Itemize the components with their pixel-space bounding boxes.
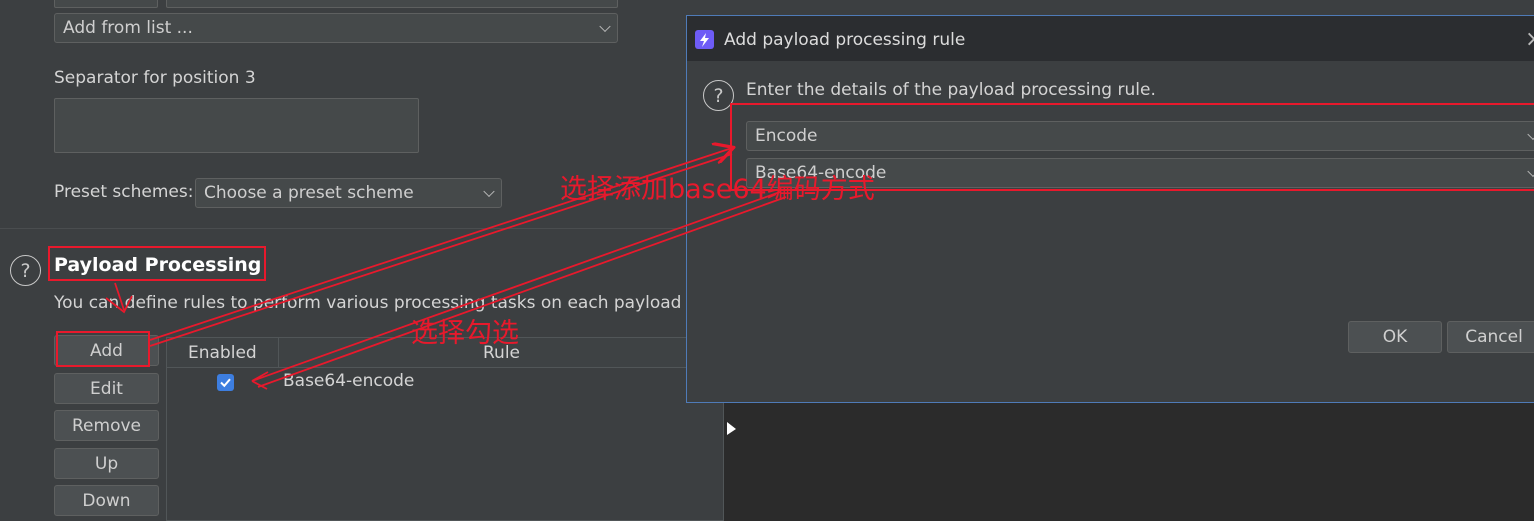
annotation-choose-check: 选择勾选 <box>411 318 519 349</box>
annotation-choose-base64: 选择添加base64编码方式 <box>560 174 875 205</box>
annotation-arrows <box>105 0 787 390</box>
